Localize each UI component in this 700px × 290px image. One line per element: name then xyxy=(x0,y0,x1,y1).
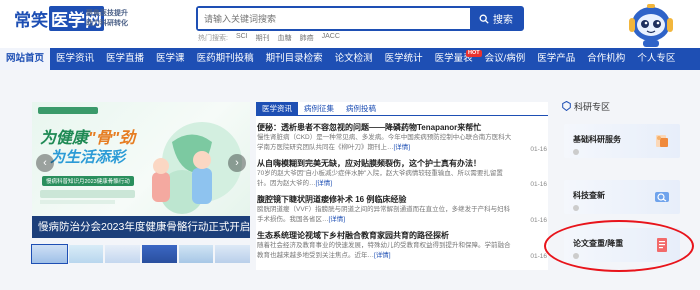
news-item: 便秘：透析患者不容忽视的问题——降磷药物Tenapanor来帮忙 慢性肾脏病（C… xyxy=(257,122,547,153)
banner-next-button[interactable]: › xyxy=(228,154,246,172)
banner-thumbnail[interactable] xyxy=(105,245,141,263)
slogan-line-1: 聚焦医技提升 xyxy=(86,10,128,17)
research-zone-icon xyxy=(562,101,571,111)
nav-medical-stats[interactable]: 医学统计 xyxy=(379,48,429,70)
nav-medical-news[interactable]: 医学资讯 xyxy=(50,48,100,70)
news-title[interactable]: 腹腔镜下睫状阴道瘘修补术 16 例临床经验 xyxy=(257,194,547,205)
banner-thumbnail[interactable] xyxy=(178,245,214,263)
main-nav: 网站首页 医学资讯 医学直播 医学课 医药期刊投稿 期刊目录检索 论文检测 医学… xyxy=(0,48,700,70)
nav-partners[interactable]: 合作机构 xyxy=(581,48,631,70)
banner-prev-button[interactable]: ‹ xyxy=(36,154,54,172)
banner-thumbnail[interactable] xyxy=(142,245,177,263)
basic-research-service-label: 基础科研服务 xyxy=(573,135,621,144)
tab-medical-news[interactable]: 医学资讯 xyxy=(256,102,298,115)
hot-search-item[interactable]: 期刊 xyxy=(256,33,270,43)
banner-thumbnail[interactable] xyxy=(31,244,68,264)
hot-search-item[interactable]: JACC xyxy=(322,33,340,43)
news-item: 腹腔镜下睫状阴道瘘修补术 16 例临床经验 膀胱阴道瘘（VVF）指膀胱与阴道之间… xyxy=(257,194,547,225)
highlight-circle xyxy=(544,220,694,272)
tab-case-collection[interactable]: 病例征集 xyxy=(298,102,340,115)
robot-mascot-icon xyxy=(629,4,673,47)
nav-personal[interactable]: 个人专区 xyxy=(631,48,681,70)
news-summary-text: 慢性肾脏病（CKD）是一种常见病、多发病。今年中国疾病预防控制中心联合南方医科大… xyxy=(257,134,512,151)
news-title[interactable]: 便秘：透析患者不容忽视的问题——降磷药物Tenapanor来帮忙 xyxy=(257,122,547,133)
nav-medical-products[interactable]: 医学产品 xyxy=(531,48,581,70)
card-dot xyxy=(573,149,579,155)
news-title[interactable]: 从自嗨模糊到完美无缺，应对贴膜频裂伤，这个护士真有办法！ xyxy=(257,158,547,169)
hot-search-item[interactable]: SCI xyxy=(236,33,248,43)
slogan: 聚焦医技提升 助力科研转化 xyxy=(86,9,128,29)
novelty-search-label: 科技查新 xyxy=(573,191,605,200)
search-icon xyxy=(479,14,489,24)
news-summary: 膀胱阴道瘘（VVF）指膀胱与阴道之间的异常解剖通道而在直立位，多继发于产科与妇科… xyxy=(257,205,515,225)
nav-journal-catalog[interactable]: 期刊目录检索 xyxy=(260,48,329,70)
nav-meeting-cases[interactable]: 会议/病例 xyxy=(479,48,532,70)
banner-headline-2: "骨"劲 xyxy=(88,130,136,147)
hot-search-label: 热门搜索: xyxy=(198,35,228,42)
hot-search-item[interactable]: 血糖 xyxy=(278,33,292,43)
research-service-icon xyxy=(656,135,668,147)
card-dot xyxy=(573,205,579,211)
news-detail-link[interactable]: [详情] xyxy=(374,252,391,259)
news-detail-link[interactable]: [详情] xyxy=(329,216,346,223)
nav-journal-submission[interactable]: 医药期刊投稿 xyxy=(191,48,260,70)
banner-thumbnail[interactable] xyxy=(215,245,251,263)
search-button-label: 搜索 xyxy=(493,15,513,26)
banner-caption[interactable]: 慢病防治分会2023年度健康骨骼行动正式开启 xyxy=(38,219,250,234)
search-bar: 搜索 xyxy=(196,6,524,31)
nav-medical-live[interactable]: 医学直播 xyxy=(100,48,150,70)
banner-headline-1: 为健康 xyxy=(40,130,89,147)
nav-paper-check[interactable]: 论文检测 xyxy=(329,48,379,70)
basic-research-service-card[interactable]: 基础科研服务 xyxy=(564,124,680,158)
news-tabs: 医学资讯 病例征集 病例投稿 xyxy=(256,102,548,116)
news-date: 01-16 xyxy=(530,181,547,188)
logo-text: 常笑 xyxy=(14,11,48,30)
news-summary: 慢性肾脏病（CKD）是一种常见病、多发病。今年中国疾病预防控制中心联合南方医科大… xyxy=(257,133,515,153)
banner-subline: 慢病科普知识月2023健康骨骼行动 xyxy=(42,176,134,186)
nav-medical-course[interactable]: 医学课 xyxy=(150,48,191,70)
news-detail-link[interactable]: [详情] xyxy=(394,144,411,151)
news-date: 01-16 xyxy=(530,253,547,260)
hot-searches: 热门搜索: SCI 期刊 血糖 肺癌 JACC xyxy=(198,33,340,43)
news-date: 01-16 xyxy=(530,217,547,224)
news-date: 01-16 xyxy=(530,146,547,153)
tab-case-submission[interactable]: 病例投稿 xyxy=(340,102,382,115)
search-button[interactable]: 搜索 xyxy=(470,8,522,29)
novelty-search-card[interactable]: 科技查新 xyxy=(564,180,680,214)
slogan-line-2: 助力科研转化 xyxy=(86,20,128,27)
research-zone-header: 科研专区 xyxy=(562,100,610,112)
banner-headline-3: 为生活添彩 xyxy=(50,149,126,166)
slogan-quote-icon: " xyxy=(80,9,85,20)
banner-carousel[interactable]: 为健康"骨"劲 为生活添彩 慢病科普知识月2023健康骨骼行动 ‹ › 慢病防治… xyxy=(32,102,250,238)
banner-headline: 为健康"骨"劲 xyxy=(40,124,135,148)
news-detail-link[interactable]: [详情] xyxy=(316,180,333,187)
news-panel: 医学资讯 病例征集 病例投稿 便秘：透析患者不容忽视的问题——降磷药物Tenap… xyxy=(256,102,548,270)
news-item: 生态系统理论视域下乡村融合教育家园共育的路径探析 随着社会经济及教育事业的快速发… xyxy=(257,230,547,261)
news-item: 从自嗨模糊到完美无缺，应对贴膜频裂伤，这个护士真有办法！ 70岁的赵大爷因"自小… xyxy=(257,158,547,189)
news-summary-text: 膀胱阴道瘘（VVF）指膀胱与阴道之间的异常解剖通道而在直立位，多继发于产科与妇科… xyxy=(257,206,511,223)
hot-search-item[interactable]: 肺癌 xyxy=(300,33,314,43)
novelty-search-icon xyxy=(655,192,669,202)
banner-thumbnail[interactable] xyxy=(68,245,104,263)
nav-medical-scales[interactable]: 医学量表 HOT xyxy=(429,48,482,70)
news-summary-text: 70岁的赵大爷因"自小板减少症伴水肿"入院，赵大爷病情较轻重输血、所以需要扎留置… xyxy=(257,170,503,187)
banner-thumbnails xyxy=(31,244,251,264)
research-zone-title: 科研专区 xyxy=(574,101,611,112)
header: 常笑医学网 " 聚焦医技提升 助力科研转化 搜索 热门搜索: SCI 期刊 血糖… xyxy=(0,0,700,48)
nav-home[interactable]: 网站首页 xyxy=(0,48,51,70)
search-input[interactable] xyxy=(198,8,470,29)
page: 常笑医学网 " 聚焦医技提升 助力科研转化 搜索 热门搜索: SCI 期刊 血糖… xyxy=(0,0,700,290)
news-summary: 70岁的赵大爷因"自小板减少症伴水肿"入院，赵大爷病情较轻重输血、所以需要扎留置… xyxy=(257,169,515,189)
news-summary: 随着社会经济及教育事业的快速发展，特殊幼儿的受教育权益得到提升和保障。学前融合教… xyxy=(257,241,515,261)
news-title[interactable]: 生态系统理论视域下乡村融合教育家园共育的路径探析 xyxy=(257,230,547,241)
